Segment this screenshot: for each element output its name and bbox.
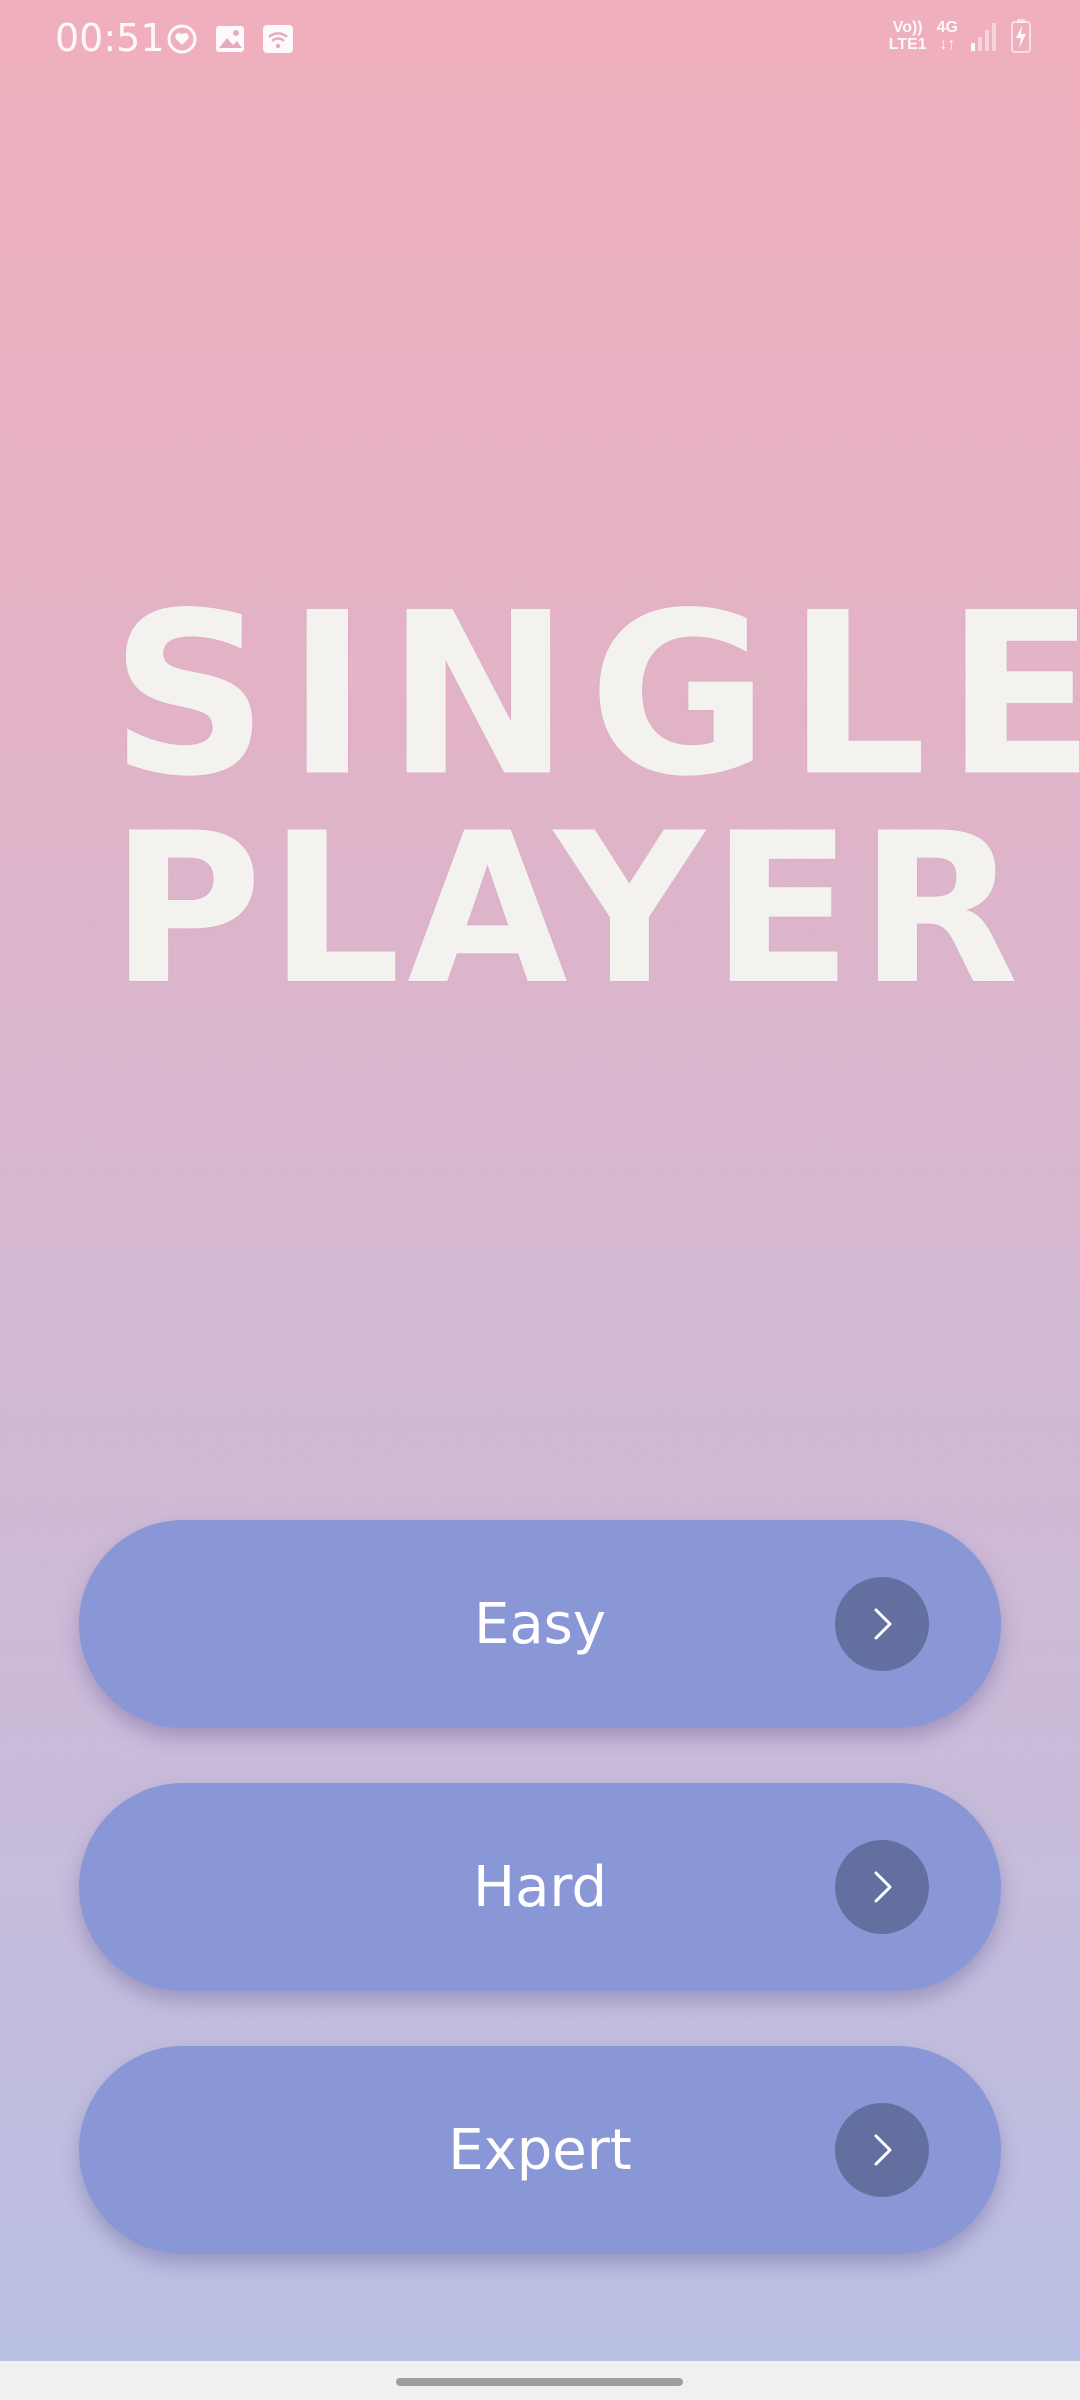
chevron-right-icon bbox=[835, 1577, 929, 1671]
status-notification-icons bbox=[165, 22, 295, 56]
hard-button-label: Hard bbox=[472, 1854, 607, 1920]
network-type-indicator: 4G ↓↑ bbox=[936, 19, 958, 53]
status-bar: 00:51 Vo)) LTE1 4G ↓↑ bbox=[0, 0, 1080, 80]
battery-charging-icon bbox=[1010, 18, 1032, 54]
navigation-bar bbox=[0, 2361, 1080, 2400]
chevron-right-icon bbox=[835, 1840, 929, 1934]
hard-button[interactable]: Hard bbox=[79, 1783, 1001, 1991]
easy-button-label: Easy bbox=[473, 1591, 606, 1657]
wifi-calling-icon bbox=[261, 22, 295, 56]
title-line-player: PLAYER bbox=[110, 789, 1025, 1031]
signal-icon bbox=[968, 19, 1000, 53]
status-system-icons: Vo)) LTE1 4G ↓↑ bbox=[889, 18, 1032, 54]
single-player-title: SINGLE PLAYER bbox=[110, 564, 1080, 1031]
chevron-right-icon bbox=[835, 2103, 929, 2197]
expert-button[interactable]: Expert bbox=[79, 2046, 1001, 2254]
image-icon bbox=[213, 22, 247, 56]
easy-button[interactable]: Easy bbox=[79, 1520, 1001, 1728]
home-gesture-handle[interactable] bbox=[396, 2378, 683, 2386]
title-line-single: SINGLE bbox=[110, 564, 1080, 826]
volte-indicator: Vo)) LTE1 bbox=[888, 19, 927, 53]
sync-heart-icon bbox=[165, 22, 199, 56]
status-time: 00:51 bbox=[55, 16, 165, 60]
expert-button-label: Expert bbox=[448, 2117, 632, 2183]
